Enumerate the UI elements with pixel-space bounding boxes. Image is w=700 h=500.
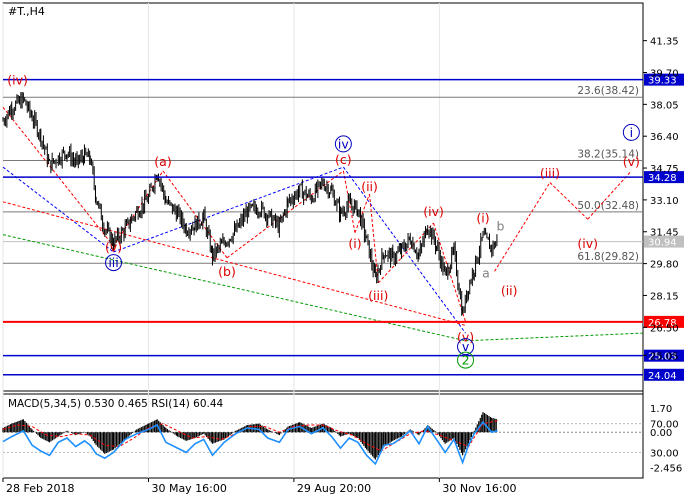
- wave-label: (iv): [423, 204, 444, 219]
- chart-title: #T.,H4: [8, 5, 45, 18]
- wave-label: (iv): [7, 73, 28, 88]
- fibonacci-label: 61.8(29.82): [577, 251, 639, 263]
- indicator-tick-label: 1.70: [650, 404, 672, 415]
- wave-label: (iii): [368, 288, 388, 303]
- level-label: 24.04: [648, 371, 677, 382]
- current-price-label: 30.94: [648, 238, 677, 249]
- wave-label: (v): [623, 154, 640, 169]
- wave-label: (b): [218, 264, 236, 279]
- price-tick-label: 41.35: [650, 37, 679, 48]
- wave-label: b: [496, 218, 504, 233]
- price-tick-label: 33.10: [650, 196, 679, 207]
- price-tick-label: 36.40: [650, 132, 679, 143]
- price-tick-label: 39.70: [650, 68, 679, 79]
- price-tick-label: 34.75: [650, 164, 679, 175]
- wave-label: (v): [105, 240, 122, 255]
- wave-label: (ii): [361, 179, 378, 194]
- time-tick-label: 30 Nov 16:00: [442, 482, 516, 495]
- fibonacci-label: 50.0(32.48): [577, 200, 639, 212]
- rsi-tick-label: 70.00: [650, 420, 679, 431]
- price-panel-frame: [2, 2, 644, 392]
- wave-label: (a): [154, 154, 171, 169]
- wave-label: iv: [338, 136, 349, 151]
- fibonacci-label: 23.6(38.42): [577, 85, 639, 97]
- price-tick-label: 38.05: [650, 100, 679, 111]
- price-tick-label: 28.15: [650, 291, 679, 302]
- price-tick-label: 31.45: [650, 228, 679, 239]
- price-chart: 23.6(38.42)38.2(35.14)50.0(32.48)61.8(29…: [2, 2, 684, 495]
- time-tick-label: 28 Feb 2018: [6, 482, 74, 495]
- wave-label: (iv): [577, 236, 598, 251]
- price-tick-label: 25.05: [650, 351, 679, 362]
- indicator-label: MACD(5,34,5) 0.530 0.465 RSI(14) 60.44: [8, 398, 224, 410]
- wave-label: (i): [348, 236, 361, 251]
- wave-label: 2: [462, 353, 470, 368]
- wave-label: iii: [108, 255, 118, 270]
- wave-label: a: [482, 266, 490, 281]
- wave-label: (ii): [501, 283, 518, 298]
- wave-label: i: [630, 125, 633, 140]
- indicator-tick-label: -2.456: [650, 464, 682, 475]
- time-tick-label: 30 May 16:00: [151, 482, 226, 495]
- price-tick-label: 26.50: [650, 323, 679, 334]
- time-tick-label: 29 Aug 20:00: [297, 482, 371, 495]
- wave-label: (i): [476, 211, 489, 226]
- wave-label: (iii): [540, 165, 560, 180]
- rsi-tick-label: 30.00: [650, 448, 679, 459]
- wave-label: (c): [335, 152, 352, 167]
- price-tick-label: 29.80: [650, 260, 679, 271]
